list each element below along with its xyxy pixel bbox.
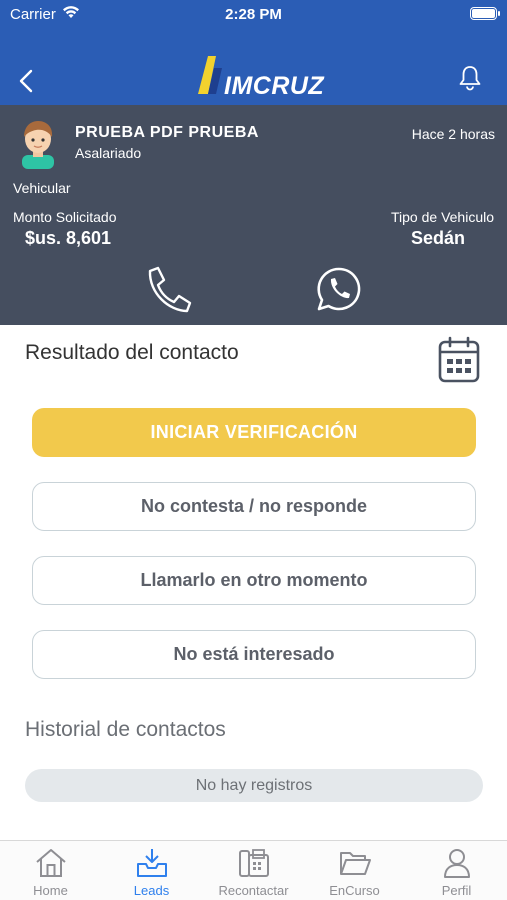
- result-section-title: Resultado del contacto: [25, 341, 239, 364]
- vehicle-type-value: Sedán: [410, 228, 465, 248]
- no-answer-button[interactable]: No contesta / no responde: [32, 482, 476, 531]
- tab-label: Recontactar: [218, 883, 289, 898]
- history-empty-state: No hay registros: [25, 769, 483, 802]
- lead-name: PRUEBA PDF PRUEBA: [75, 124, 259, 141]
- avatar: [22, 121, 54, 169]
- lead-summary-panel: PRUEBA PDF PRUEBA Asalariado Hace 2 hora…: [0, 105, 507, 325]
- lead-time-ago: Hace 2 horas: [411, 126, 495, 142]
- bottom-tab-bar: Home Leads Recontactar EnCurso Perfil: [0, 840, 507, 900]
- back-chevron-icon[interactable]: [14, 66, 40, 96]
- bell-icon[interactable]: [456, 64, 484, 92]
- not-interested-button[interactable]: No está interesado: [32, 630, 476, 679]
- tab-leads[interactable]: Leads: [101, 841, 202, 900]
- inbox-download-icon: [136, 849, 167, 877]
- home-icon: [35, 849, 66, 877]
- tab-label: EnCurso: [329, 883, 380, 898]
- amount-value: $us. 8,601: [25, 228, 112, 248]
- top-bar: Carrier 2:28 PM IMCRUZ: [0, 0, 507, 105]
- lead-employment: Asalariado: [75, 145, 142, 161]
- tab-recontactar[interactable]: Recontactar: [203, 841, 304, 900]
- logo-text: IMCRUZ: [224, 72, 325, 100]
- history-section-title: Historial de contactos: [25, 718, 226, 741]
- whatsapp-icon[interactable]: [316, 266, 362, 312]
- tab-encurso[interactable]: EnCurso: [304, 841, 405, 900]
- logo-mark-icon: [198, 56, 222, 94]
- amount-label: Monto Solicitado: [13, 209, 117, 225]
- vehicle-type-label: Tipo de Vehiculo: [391, 209, 494, 225]
- battery-icon: [470, 7, 497, 20]
- tab-perfil[interactable]: Perfil: [406, 841, 507, 900]
- tab-label: Leads: [133, 883, 170, 898]
- tab-label: Home: [33, 883, 68, 898]
- status-bar: Carrier 2:28 PM: [0, 0, 507, 30]
- calendar-icon[interactable]: [437, 336, 481, 384]
- tab-home[interactable]: Home: [0, 841, 101, 900]
- call-later-button[interactable]: Llamarlo en otro momento: [32, 556, 476, 605]
- user-icon: [443, 849, 470, 878]
- tab-label: Perfil: [441, 883, 472, 898]
- folder-open-icon: [339, 852, 371, 875]
- start-verification-button[interactable]: INICIAR VERIFICACIÓN: [32, 408, 476, 457]
- fax-phone-icon: [238, 849, 269, 877]
- lead-product: Vehicular: [13, 180, 71, 196]
- imcruz-logo: IMCRUZ: [194, 54, 324, 100]
- clock: 2:28 PM: [225, 6, 282, 23]
- phone-icon[interactable]: [141, 263, 195, 315]
